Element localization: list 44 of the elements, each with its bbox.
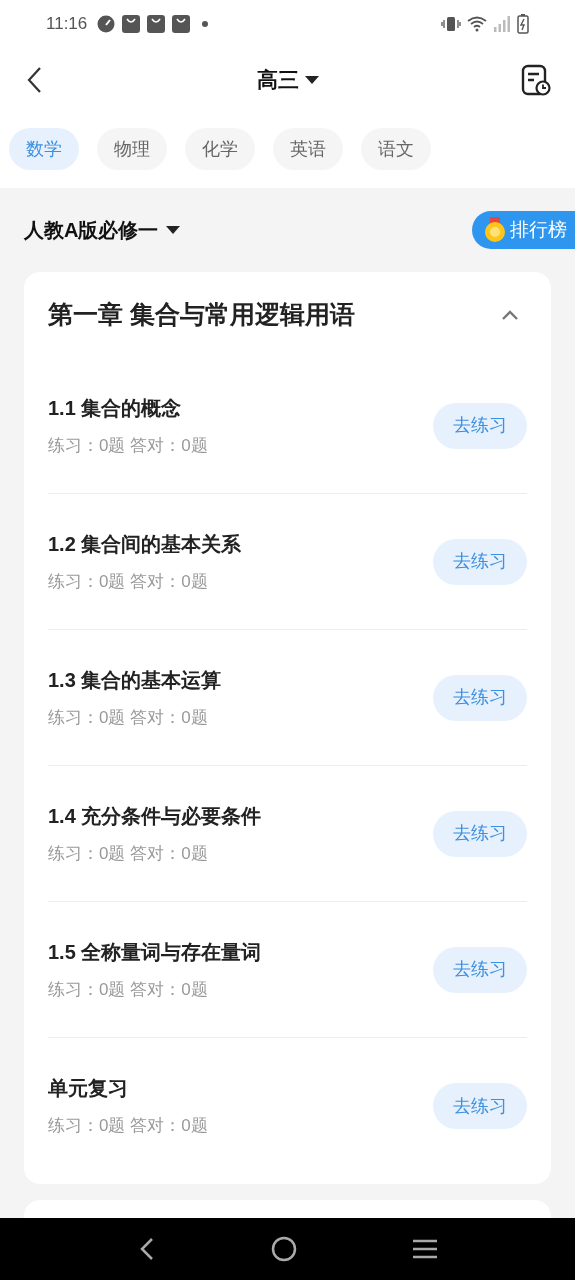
wifi-icon — [467, 16, 487, 32]
dropdown-caret-icon[interactable] — [166, 225, 181, 235]
status-time: 11:16 — [46, 13, 88, 36]
section-title: 1.1 集合的概念 — [48, 395, 183, 421]
signal-icon — [493, 16, 511, 32]
textbook-title[interactable]: 人教A版必修一 — [24, 215, 159, 245]
grade-title[interactable]: 高三 — [256, 64, 299, 96]
practice-button[interactable]: 去练习 — [433, 674, 527, 721]
section-title: 1.2 集合间的基本关系 — [48, 531, 242, 557]
practice-stats: 练习：0题 答对：0题 — [48, 1115, 208, 1138]
dropdown-caret-icon[interactable] — [304, 75, 319, 85]
menu-icon[interactable] — [411, 1238, 438, 1260]
practice-stats: 练习：0题 答对：0题 — [48, 842, 209, 865]
practice-stats: 练习：0题 答对：0题 — [48, 706, 209, 729]
practice-stats: 练习：0题 答对：0题 — [48, 978, 209, 1001]
collapse-chevron-icon[interactable] — [501, 309, 519, 321]
chapter-title: 第一章 集合与常用逻辑用语 — [48, 299, 355, 331]
shopping-bag-icon — [147, 15, 166, 33]
section-title: 1.3 集合的基本运算 — [48, 667, 222, 693]
shopping-bag-icon — [122, 15, 141, 33]
practice-button[interactable]: 去练习 — [433, 810, 527, 857]
battery-charging-icon — [517, 14, 529, 34]
section-title: 1.5 全称量词与存在量词 — [48, 939, 262, 965]
subject-tab[interactable]: 语文 — [361, 128, 431, 170]
section-title: 1.4 充分条件与必要条件 — [48, 803, 262, 829]
section-title: 单元复习 — [48, 1076, 129, 1102]
home-icon[interactable] — [271, 1236, 298, 1262]
medal-icon — [484, 217, 506, 243]
practice-button[interactable]: 去练习 — [433, 1083, 527, 1129]
practice-stats: 练习：0题 答对：0题 — [48, 434, 208, 457]
ranking-button[interactable]: 排行榜 — [472, 211, 575, 249]
practice-button[interactable]: 去练习 — [433, 946, 527, 993]
shopping-bag-icon — [172, 15, 191, 33]
vibrate-icon — [441, 16, 461, 32]
history-document-icon[interactable] — [521, 64, 551, 96]
subject-tab[interactable]: 数学 — [9, 128, 79, 170]
dot-icon — [202, 21, 209, 27]
practice-button[interactable]: 去练习 — [433, 402, 527, 449]
subject-tab[interactable]: 英语 — [273, 128, 343, 170]
speedometer-icon — [97, 15, 116, 33]
subject-tab[interactable]: 物理 — [97, 128, 167, 170]
practice-stats: 练习：0题 答对：0题 — [48, 570, 209, 593]
subject-tab[interactable]: 化学 — [185, 128, 255, 170]
practice-button[interactable]: 去练习 — [433, 538, 527, 585]
